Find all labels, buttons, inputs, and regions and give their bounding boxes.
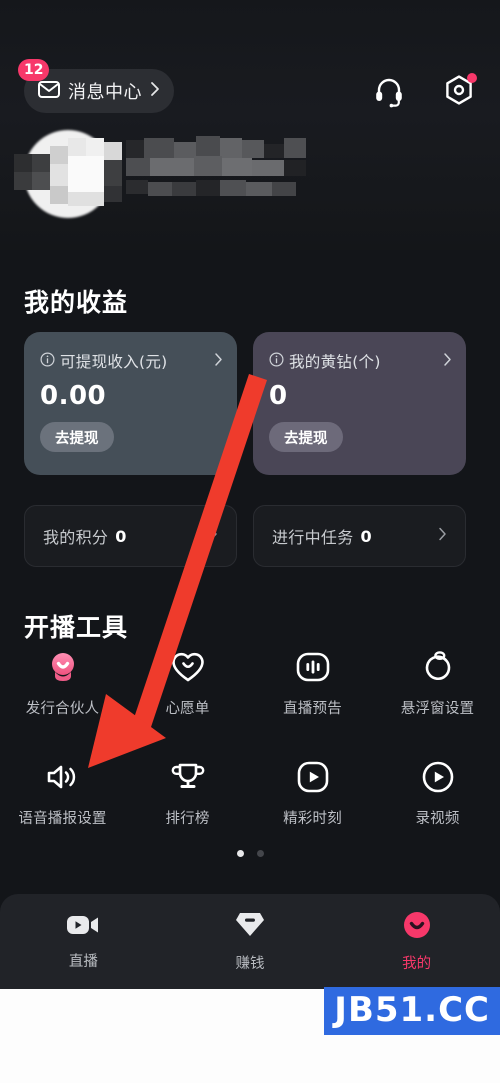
- bottom-navigation: 直播 赚钱 我的: [0, 894, 500, 989]
- yellow-diamond-value: 0: [269, 381, 288, 411]
- profile-section[interactable]: [0, 126, 500, 226]
- heart-icon: [171, 650, 205, 684]
- message-center-label: 消息中心: [68, 82, 142, 103]
- tool-label: 悬浮窗设置: [400, 701, 475, 717]
- tool-item-highlights[interactable]: 精彩时刻: [250, 760, 375, 828]
- chevron-right-icon: [438, 527, 447, 546]
- header-icon-group: [372, 73, 477, 108]
- tool-item-wishlist[interactable]: 心愿单: [125, 650, 250, 718]
- earnings-cards: 可提现收入(元) 0.00 去提现 我的黄钻(个) 0 去提现: [24, 332, 466, 475]
- broadcast-preview-icon: [296, 650, 330, 684]
- ongoing-tasks-value: 0: [360, 526, 372, 546]
- withdrawable-income-value: 0.00: [40, 381, 107, 411]
- settings-hex-icon[interactable]: [442, 73, 477, 108]
- yellow-diamond-label: 我的黄钻(个): [289, 353, 381, 371]
- nav-label: 我的: [402, 955, 432, 972]
- info-circle-icon: [40, 351, 55, 371]
- chevron-right-icon: [209, 527, 218, 546]
- header-bar: 12 消息中心: [0, 59, 500, 120]
- tool-item-leaderboard[interactable]: 排行榜: [125, 760, 250, 828]
- earnings-title: 我的收益: [24, 288, 129, 317]
- my-points-label: 我的积分: [43, 528, 109, 547]
- ongoing-tasks-row[interactable]: 进行中任务 0: [253, 505, 466, 567]
- tools-page-indicator[interactable]: [0, 850, 500, 857]
- nav-item-live[interactable]: 直播: [0, 913, 167, 971]
- message-center-button[interactable]: 12 消息中心: [18, 59, 174, 113]
- trophy-icon: [171, 760, 205, 794]
- withdraw-diamond-button[interactable]: 去提现: [269, 422, 343, 452]
- censored-profile-mosaic: [14, 136, 306, 206]
- tool-label: 语音播报设置: [18, 811, 107, 827]
- tool-label: 排行榜: [165, 811, 210, 827]
- speaker-icon: [46, 760, 80, 794]
- video-camera-icon: [66, 913, 100, 941]
- my-points-value: 0: [115, 526, 127, 546]
- pink-avatar-icon: [46, 650, 80, 684]
- tool-item-publisher-partner[interactable]: 发行合伙人: [0, 650, 125, 718]
- watermark-text: JB51.CC: [334, 990, 490, 1030]
- stat-rows: 我的积分 0 进行中任务 0: [24, 505, 466, 567]
- tool-item-record-video[interactable]: 录视频: [375, 760, 500, 828]
- tool-label: 发行合伙人: [25, 701, 100, 717]
- tool-label: 精彩时刻: [283, 811, 342, 827]
- watermark: JB51.CC: [324, 987, 500, 1035]
- app-screen: 12 消息中心 我的收益 可提现收入(元) 0.00 去提现 我的黄钻(个) 0…: [0, 0, 500, 1083]
- chevron-right-icon: [443, 352, 452, 371]
- envelope-icon: [38, 80, 60, 102]
- page-dot-active[interactable]: [236, 850, 244, 857]
- withdraw-income-button[interactable]: 去提现: [40, 422, 114, 452]
- headset-icon[interactable]: [372, 74, 406, 108]
- play-square-icon: [296, 760, 330, 794]
- settings-notification-dot: [467, 73, 477, 83]
- my-points-row[interactable]: 我的积分 0: [24, 505, 237, 567]
- page-dot[interactable]: [256, 850, 264, 857]
- tool-item-floating-window[interactable]: 悬浮窗设置: [375, 650, 500, 718]
- tools-title: 开播工具: [24, 613, 129, 642]
- nav-label: 赚钱: [235, 955, 265, 972]
- tool-item-voice-broadcast-settings[interactable]: 语音播报设置: [0, 760, 125, 828]
- message-count-badge: 12: [18, 59, 50, 81]
- play-circle-icon: [421, 760, 455, 794]
- nav-label: 直播: [68, 953, 98, 970]
- chevron-right-icon: [150, 81, 160, 101]
- nav-item-mine[interactable]: 我的: [333, 911, 500, 973]
- tool-item-live-preview[interactable]: 直播预告: [250, 650, 375, 718]
- tool-label: 心愿单: [165, 701, 210, 717]
- ongoing-tasks-label: 进行中任务: [272, 528, 354, 547]
- yellow-diamond-card[interactable]: 我的黄钻(个) 0 去提现: [253, 332, 466, 475]
- tools-grid: 发行合伙人 心愿单 直播预告 悬浮窗设置 语音播报设置 排行榜 精彩时刻 录视频: [0, 650, 500, 828]
- nav-item-earn[interactable]: 赚钱: [167, 911, 334, 973]
- floating-window-icon: [421, 650, 455, 684]
- tool-label: 直播预告: [283, 701, 342, 717]
- info-circle-icon: [269, 351, 284, 371]
- smiley-avatar-icon: [402, 911, 432, 943]
- withdrawable-income-card[interactable]: 可提现收入(元) 0.00 去提现: [24, 332, 237, 475]
- withdrawable-income-label: 可提现收入(元): [60, 353, 168, 371]
- diamond-icon: [235, 911, 265, 943]
- chevron-right-icon: [214, 352, 223, 371]
- tool-label: 录视频: [415, 811, 460, 827]
